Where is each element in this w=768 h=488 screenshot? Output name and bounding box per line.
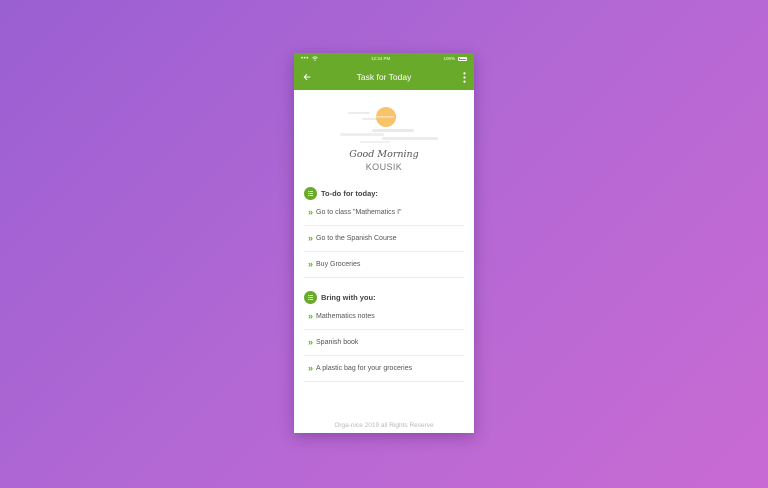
list-item[interactable]: » Buy Groceries — [304, 252, 464, 278]
chevron-double-right-icon: » — [308, 206, 314, 217]
phone-frame: ••• 12:34 PM 100% Task for Today Good Mo… — [294, 53, 474, 433]
content: Good Morning KOUSIK To-do for today: » G… — [294, 98, 474, 382]
list-item[interactable]: » Spanish book — [304, 330, 464, 356]
page-title: Task for Today — [356, 72, 412, 82]
arrow-left-icon — [303, 74, 311, 80]
list-item-label: Mathematics notes — [316, 313, 375, 320]
back-button[interactable] — [301, 71, 313, 83]
list-item-label: Spanish book — [316, 339, 359, 346]
battery-percent: 100% — [443, 56, 455, 61]
toolbar: Task for Today — [294, 64, 474, 90]
sun-illustration — [304, 98, 464, 146]
list-item-label: Go to class "Mathematics I" — [316, 209, 402, 216]
list-item[interactable]: » Go to the Spanish Course — [304, 226, 464, 252]
chevron-double-right-icon: » — [308, 336, 314, 347]
todo-section: To-do for today: » Go to class "Mathemat… — [304, 186, 464, 278]
bring-header: Bring with you: — [304, 290, 464, 304]
chevron-double-right-icon: » — [308, 232, 314, 243]
app-bar: ••• 12:34 PM 100% Task for Today — [294, 53, 474, 90]
status-bar: ••• 12:34 PM 100% — [294, 53, 474, 64]
chevron-double-right-icon: » — [308, 362, 314, 373]
list-item[interactable]: » Mathematics notes — [304, 304, 464, 330]
user-name: KOUSIK — [365, 162, 403, 172]
footer-text: Orga-nice 2019 all Rights Reserve — [334, 422, 434, 429]
status-time: 12:34 PM — [371, 56, 391, 61]
chevron-double-right-icon: » — [308, 310, 314, 321]
greeting-text: Good Morning — [349, 149, 419, 160]
status-left: ••• — [301, 56, 318, 62]
list-item[interactable]: » A plastic bag for your groceries — [304, 356, 464, 382]
list-item-label: Buy Groceries — [316, 261, 361, 268]
more-options-button[interactable] — [461, 71, 467, 83]
signal-icon: ••• — [301, 55, 309, 62]
more-vert-icon — [462, 71, 466, 83]
list-item-label: A plastic bag for your groceries — [316, 365, 413, 372]
chevron-double-right-icon: » — [308, 258, 314, 269]
list-item[interactable]: » Go to class "Mathematics I" — [304, 200, 464, 226]
bring-section: Bring with you: » Mathematics notes » Sp… — [304, 290, 464, 382]
bring-title: Bring with you: — [321, 292, 376, 302]
todo-header: To-do for today: — [304, 186, 464, 200]
list-icon — [304, 290, 317, 304]
list-item-label: Go to the Spanish Course — [316, 235, 397, 242]
todo-title: To-do for today: — [321, 188, 378, 198]
morning-sun-icon — [340, 107, 438, 143]
wifi-icon — [312, 56, 318, 61]
status-right: 100% — [443, 56, 467, 61]
list-icon — [304, 186, 317, 200]
battery-icon — [458, 56, 467, 61]
